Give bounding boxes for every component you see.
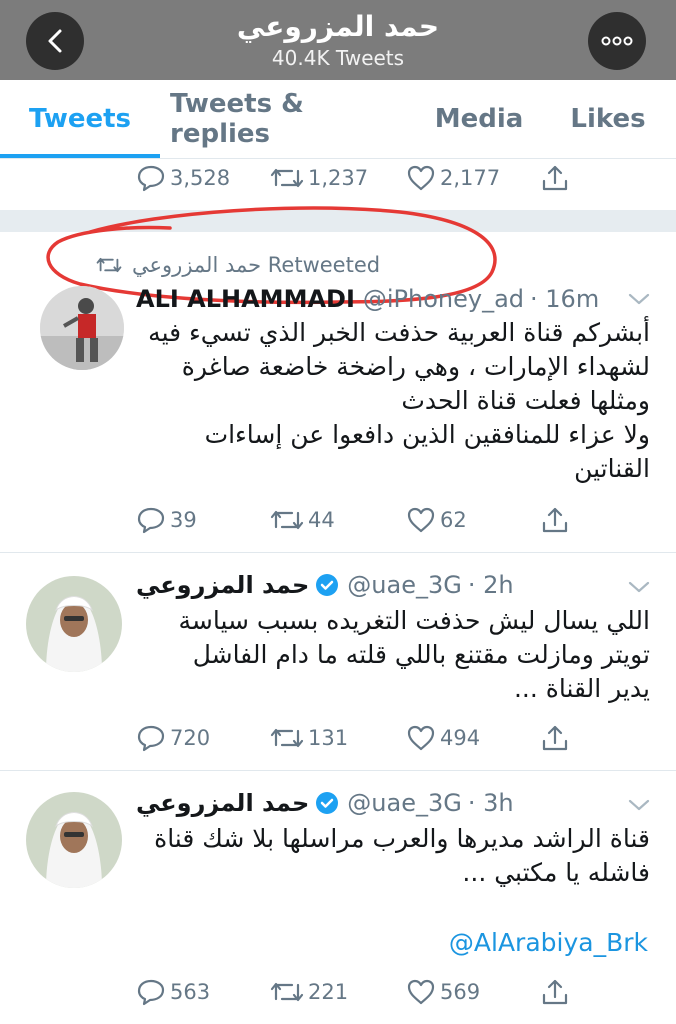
display-name[interactable]: ALI ALHAMMADI bbox=[136, 285, 355, 313]
share-icon bbox=[542, 165, 568, 191]
active-tab-indicator bbox=[0, 154, 160, 158]
handle[interactable]: @uae_3G bbox=[347, 571, 462, 599]
timestamp: · 3h bbox=[467, 789, 514, 817]
tab-tweets[interactable]: Tweets bbox=[0, 80, 160, 158]
avatar-photo bbox=[40, 286, 124, 370]
like-button[interactable]: 62 bbox=[406, 502, 467, 538]
avatar-photo bbox=[26, 792, 122, 888]
retweet-button[interactable]: 131 bbox=[270, 720, 348, 756]
heart-icon bbox=[407, 507, 435, 533]
verified-badge-icon bbox=[315, 573, 339, 597]
tweet-actions: 720 131 494 bbox=[0, 720, 676, 756]
chevron-down-icon bbox=[628, 293, 650, 305]
retweet-count: 221 bbox=[308, 980, 349, 1004]
display-name[interactable]: حمد المزروعي bbox=[136, 571, 309, 599]
reply-count: 563 bbox=[170, 980, 211, 1004]
retweet-count: 44 bbox=[308, 508, 335, 532]
profile-tabs: Tweets Tweets & replies Media Likes bbox=[0, 80, 676, 159]
like-count: 569 bbox=[440, 980, 481, 1004]
chevron-down-icon bbox=[628, 581, 650, 593]
handle[interactable]: @uae_3G bbox=[347, 789, 462, 817]
share-button[interactable] bbox=[540, 974, 574, 1010]
like-count: 2,177 bbox=[440, 166, 501, 190]
retweet-icon bbox=[270, 510, 304, 530]
retweet-button[interactable]: 1,237 bbox=[270, 160, 368, 196]
display-name[interactable]: حمد المزروعي bbox=[136, 789, 309, 817]
timestamp: · 2h bbox=[467, 571, 514, 599]
tab-media[interactable]: Media bbox=[424, 80, 534, 158]
tweet-menu-button[interactable] bbox=[624, 572, 654, 602]
tweet-divider bbox=[0, 552, 676, 553]
reply-count: 720 bbox=[170, 726, 211, 750]
retweet-button[interactable]: 44 bbox=[270, 502, 335, 538]
retweet-count: 1,237 bbox=[308, 166, 369, 190]
heart-icon bbox=[407, 725, 435, 751]
like-count: 62 bbox=[440, 508, 467, 532]
retweet-button[interactable]: 221 bbox=[270, 974, 348, 1010]
avatar[interactable] bbox=[40, 286, 124, 370]
tweet-header: حمد المزروعي @uae_3G · 3h bbox=[136, 786, 514, 820]
tweet-actions: 563 221 569 bbox=[0, 974, 676, 1010]
share-button[interactable] bbox=[540, 160, 574, 196]
tweet-text: أبشركم قناة العربية حذفت الخبر الذي تسيء… bbox=[148, 318, 650, 483]
tweet-menu-button[interactable] bbox=[624, 790, 654, 820]
share-button[interactable] bbox=[540, 502, 574, 538]
tab-tweets-replies[interactable]: Tweets & replies bbox=[170, 80, 406, 158]
tweet-count: 40.4K Tweets bbox=[271, 46, 405, 70]
handle[interactable]: @iPhoney_ad bbox=[363, 285, 524, 313]
tweet-header: حمد المزروعي @uae_3G · 2h bbox=[136, 568, 514, 602]
retweet-icon bbox=[270, 982, 304, 1002]
share-icon bbox=[542, 979, 568, 1005]
reply-icon bbox=[137, 507, 165, 534]
reply-count: 3,528 bbox=[170, 166, 231, 190]
chevron-down-icon bbox=[628, 799, 650, 811]
retweet-icon bbox=[270, 168, 304, 188]
like-count: 494 bbox=[440, 726, 481, 750]
heart-icon bbox=[407, 165, 435, 191]
tweet-text: اللي يسال ليش حذفت التغريده بسبب سياسة ت… bbox=[178, 606, 650, 703]
reply-button[interactable]: 720 bbox=[136, 720, 210, 756]
like-button[interactable]: 494 bbox=[406, 720, 480, 756]
share-icon bbox=[542, 725, 568, 751]
heart-icon bbox=[407, 979, 435, 1005]
tweet-divider bbox=[0, 770, 676, 771]
tab-likes[interactable]: Likes bbox=[560, 80, 656, 158]
avatar-photo bbox=[26, 576, 122, 672]
more-dots-icon bbox=[601, 36, 633, 46]
reply-icon bbox=[137, 979, 165, 1006]
timestamp: · 16m bbox=[530, 285, 600, 313]
avatar[interactable] bbox=[26, 576, 122, 672]
reply-icon bbox=[137, 725, 165, 752]
mention-link[interactable]: @AlArabiya_Brk bbox=[420, 928, 648, 957]
more-button[interactable] bbox=[588, 12, 646, 70]
tweet-menu-button[interactable] bbox=[624, 284, 654, 314]
verified-badge-icon bbox=[315, 791, 339, 815]
tweet-text: قناة الراشد مديرها والعرب مراسلها بلا شك… bbox=[154, 824, 650, 887]
tweet-actions: 39 44 62 bbox=[0, 502, 676, 538]
share-button[interactable] bbox=[540, 720, 574, 756]
reply-count: 39 bbox=[170, 508, 197, 532]
retweet-count: 131 bbox=[308, 726, 349, 750]
reply-icon bbox=[137, 165, 165, 192]
avatar[interactable] bbox=[26, 792, 122, 888]
retweet-icon bbox=[270, 728, 304, 748]
share-icon bbox=[542, 507, 568, 533]
page-title: حمد المزروعي bbox=[236, 10, 440, 43]
reply-button[interactable]: 39 bbox=[136, 502, 197, 538]
tweet-actions: 3,528 1,237 2,177 bbox=[0, 160, 676, 196]
reply-button[interactable]: 3,528 bbox=[136, 160, 230, 196]
profile-header: حمد المزروعي 40.4K Tweets bbox=[0, 0, 676, 80]
like-button[interactable]: 2,177 bbox=[406, 160, 500, 196]
reply-button[interactable]: 563 bbox=[136, 974, 210, 1010]
like-button[interactable]: 569 bbox=[406, 974, 480, 1010]
tweet-header: ALI ALHAMMADI @iPhoney_ad · 16m bbox=[136, 282, 599, 316]
